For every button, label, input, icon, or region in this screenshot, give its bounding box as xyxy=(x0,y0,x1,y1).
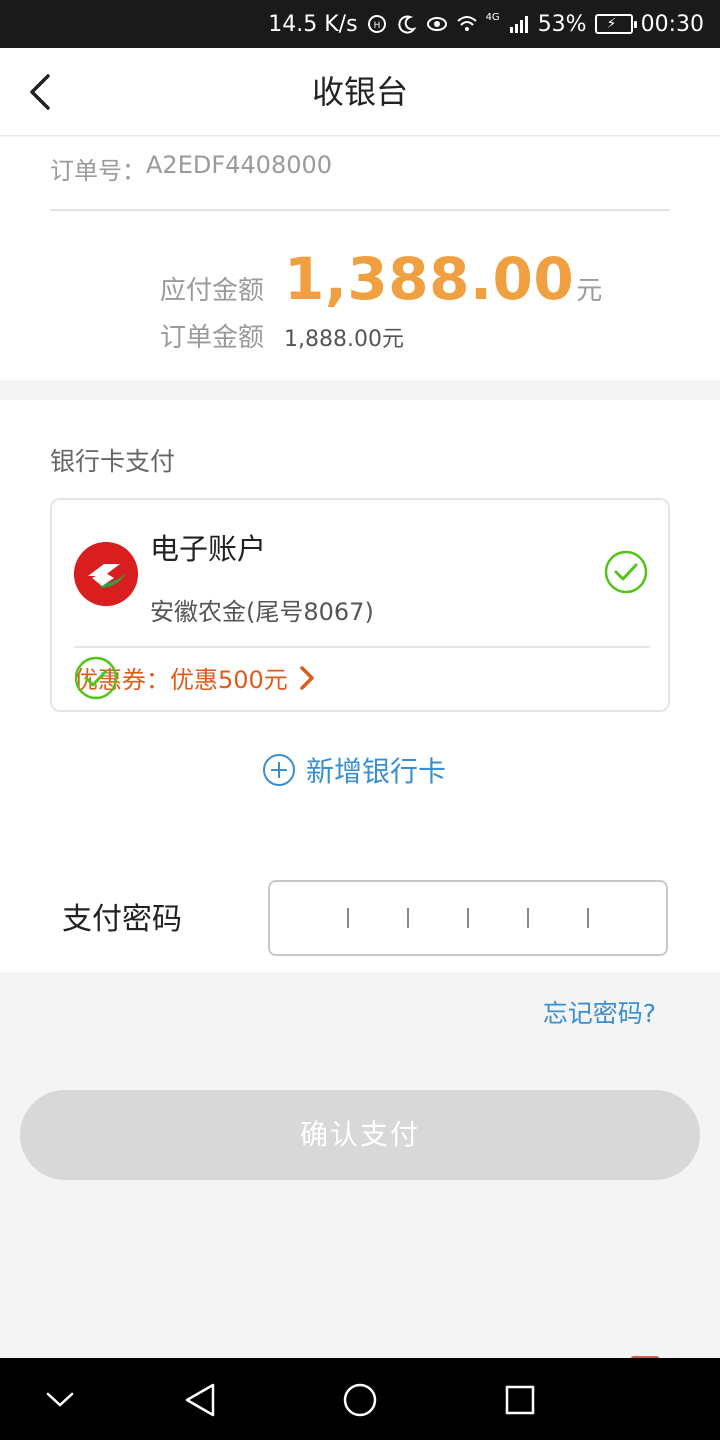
plus-circle-icon xyxy=(263,754,295,786)
password-digit-divider xyxy=(587,908,589,928)
password-digit-divider xyxy=(407,908,409,928)
chevron-down-icon xyxy=(46,1392,74,1407)
coupon-value: 优惠500元 xyxy=(170,666,288,694)
back-button[interactable] xyxy=(14,66,66,118)
password-digit-divider xyxy=(527,908,529,928)
checkmark-circle-icon[interactable] xyxy=(74,656,118,700)
payable-unit: 元 xyxy=(576,276,603,306)
password-digit-divider xyxy=(347,908,349,928)
checkmark-circle-icon[interactable] xyxy=(604,550,648,594)
network-speed: 14.5 K/s xyxy=(268,11,358,37)
bank-card-option[interactable]: 电子账户 安徽农金(尾号8067) 优惠券： 优惠500元 xyxy=(50,498,670,712)
page-title: 收银台 xyxy=(311,73,408,111)
divider xyxy=(50,209,670,211)
forgot-password-link[interactable]: 忘记密码? xyxy=(543,994,656,1030)
nav-back-button[interactable] xyxy=(178,1378,222,1422)
payable-label: 应付金额 xyxy=(160,276,265,306)
battery-percent: 53% xyxy=(537,11,587,37)
triangle-back-icon xyxy=(185,1383,215,1417)
nav-recents-button[interactable] xyxy=(498,1378,542,1422)
password-label: 支付密码 xyxy=(62,902,182,937)
signal-4g-label: 4G xyxy=(485,12,500,23)
svg-text:H: H xyxy=(373,21,380,31)
square-recents-icon xyxy=(505,1385,535,1415)
order-number: 订单号： A2EDF4408000 xyxy=(50,151,332,186)
battery-icon: ⚡ xyxy=(594,14,637,34)
password-input[interactable] xyxy=(268,880,668,956)
password-digit-divider xyxy=(467,908,469,928)
add-bank-card-button[interactable]: 新增银行卡 xyxy=(262,750,446,790)
dnd-icon: H xyxy=(366,13,388,35)
confirm-payment-button[interactable]: 确认支付 xyxy=(20,1090,700,1180)
card-detail: 安徽农金(尾号8067) xyxy=(150,598,374,626)
chevron-right-icon xyxy=(300,665,314,690)
payment-section: 银行卡支付 电子账户 安徽农金(尾号8067) 优惠券： 优惠500元 新增银行… xyxy=(0,400,720,972)
order-amount-value: 1,888.00 xyxy=(284,327,382,352)
card-name: 电子账户 xyxy=(150,532,267,566)
payable-value: 1,388.00 xyxy=(284,245,575,313)
order-number-label: 订单号： xyxy=(50,157,146,185)
circle-home-icon xyxy=(343,1383,377,1417)
wifi-icon xyxy=(456,13,478,35)
chevron-left-icon xyxy=(30,74,50,110)
nav-home-button[interactable] xyxy=(338,1378,382,1422)
header-bar: 收银台 xyxy=(0,48,720,136)
moon-icon xyxy=(396,13,418,35)
clock: 00:30 xyxy=(640,11,704,37)
payable-amount: 应付金额 1,388.00 元 xyxy=(160,245,602,313)
order-amount-unit: 元 xyxy=(381,327,404,352)
order-amount: 订单金额 1,888.00 元 xyxy=(160,317,404,354)
eye-icon xyxy=(426,13,448,35)
divider xyxy=(74,646,650,648)
status-bar: 14.5 K/s H 4G 53% ⚡ 00:30 xyxy=(0,0,720,48)
order-summary: 订单号： A2EDF4408000 应付金额 1,388.00 元 订单金额 1… xyxy=(0,137,720,380)
order-amount-label: 订单金额 xyxy=(160,323,265,353)
signal-icon xyxy=(508,13,530,35)
order-number-value: A2EDF4408000 xyxy=(146,151,333,179)
section-title: 银行卡支付 xyxy=(50,447,176,476)
bank-logo-icon xyxy=(74,542,138,606)
system-nav-bar xyxy=(0,1358,720,1440)
add-bank-card-label: 新增银行卡 xyxy=(306,755,447,788)
nav-hide-button[interactable] xyxy=(38,1378,82,1422)
